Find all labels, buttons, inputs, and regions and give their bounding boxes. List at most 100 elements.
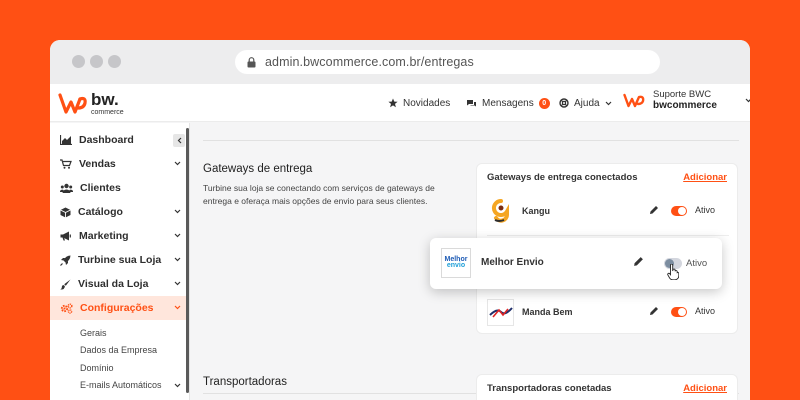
sidebar-item-label: Clientes bbox=[80, 182, 121, 194]
sidebar-item-label: Catálogo bbox=[78, 206, 123, 218]
chevron-down-icon bbox=[605, 101, 612, 105]
sidebar-item-label: Vendas bbox=[79, 158, 116, 170]
chevron-down-icon bbox=[174, 233, 181, 238]
kangu-logo-icon bbox=[491, 199, 509, 223]
window-minimize-dot[interactable] bbox=[90, 55, 103, 68]
sidebar-subitem-dados-da-empresa[interactable]: Dados da Empresa bbox=[50, 342, 189, 360]
gateway-status-label: Ativo bbox=[686, 258, 708, 269]
sidebar-scrollbar[interactable] bbox=[186, 128, 189, 393]
address-bar[interactable]: admin.bwcommerce.com.br/entregas bbox=[235, 50, 660, 74]
messages-link[interactable]: Mensagens 0 bbox=[466, 84, 550, 122]
melhor-envio-logo-text: envio bbox=[446, 262, 466, 269]
users-icon bbox=[60, 183, 73, 193]
star-icon bbox=[388, 98, 398, 108]
gateway-status-label: Ativo bbox=[694, 306, 715, 316]
browser-chrome: admin.bwcommerce.com.br/entregas bbox=[50, 40, 750, 84]
chevron-down-icon bbox=[174, 281, 181, 286]
pencil-icon[interactable] bbox=[633, 256, 644, 267]
chevron-down-icon bbox=[174, 305, 181, 310]
manda-bem-logo-icon bbox=[488, 307, 513, 318]
collapse-sidebar-button[interactable] bbox=[173, 134, 185, 147]
browser-window: admin.bwcommerce.com.br/entregas bw. com… bbox=[50, 40, 750, 400]
carriers-section-title: Transportadoras bbox=[203, 376, 287, 388]
gateway-status-label: Ativo bbox=[694, 205, 715, 215]
gears-icon bbox=[60, 302, 73, 314]
lock-icon bbox=[247, 56, 256, 67]
lifebuoy-icon bbox=[559, 98, 569, 108]
section-divider bbox=[203, 140, 739, 141]
chevron-down-icon bbox=[745, 98, 750, 103]
row-separator bbox=[487, 235, 729, 236]
messages-count-badge: 0 bbox=[538, 97, 550, 109]
pencil-icon[interactable] bbox=[649, 205, 659, 215]
sidebar-item-label: Turbine sua Loja bbox=[78, 254, 162, 266]
help-menu[interactable]: Ajuda bbox=[559, 84, 612, 122]
gateway-active-toggle[interactable] bbox=[671, 307, 687, 317]
manda-bem-logo bbox=[487, 298, 514, 326]
kangu-logo bbox=[487, 198, 514, 225]
box-icon bbox=[60, 207, 71, 217]
melhor-envio-logo: Melhor envio bbox=[441, 248, 471, 278]
brand-name: bw. bbox=[91, 90, 119, 109]
messages-label: Mensagens bbox=[482, 97, 534, 109]
sidebar-item-dashboard[interactable]: Dashboard bbox=[50, 128, 189, 152]
sidebar-item-label: Configurações bbox=[80, 302, 154, 314]
sidebar-item-marketing[interactable]: Marketing bbox=[50, 224, 189, 248]
connected-gateways-title: Gateways de entrega conectados bbox=[487, 172, 638, 183]
add-gateway-link[interactable]: Adicionar bbox=[683, 172, 727, 183]
gateway-row-manda-bem: Manda Bem Ativo bbox=[487, 297, 729, 327]
chevron-down-icon bbox=[174, 209, 181, 214]
gateway-active-toggle[interactable] bbox=[671, 206, 687, 216]
brand-tagline: commerce bbox=[91, 109, 124, 116]
bw-logo-icon bbox=[58, 92, 87, 114]
hand-pointer-cursor-icon bbox=[667, 264, 679, 280]
chevron-left-icon bbox=[177, 137, 181, 144]
sidebar-item-visual-da-loja[interactable]: Visual da Loja bbox=[50, 272, 189, 296]
add-carrier-link[interactable]: Adicionar bbox=[683, 383, 727, 394]
news-link[interactable]: Novidades bbox=[388, 84, 450, 122]
rocket-icon bbox=[60, 255, 71, 266]
sidebar-subitem-label: Dados da Empresa bbox=[80, 345, 158, 356]
support-label: Suporte BWC bbox=[653, 89, 712, 100]
gateway-name: Manda Bem bbox=[522, 307, 573, 317]
support-account-menu[interactable]: Suporte BWC bwcommerce bbox=[623, 89, 750, 112]
sidebar-subitem-gerais[interactable]: Gerais bbox=[50, 324, 189, 342]
sidebar-subitem-label: Domínio bbox=[80, 362, 114, 373]
support-user: bwcommerce bbox=[653, 100, 717, 112]
sidebar-item-catalogo[interactable]: Catálogo bbox=[50, 200, 189, 224]
chevron-down-icon bbox=[174, 161, 181, 166]
window-close-dot[interactable] bbox=[72, 55, 85, 68]
sidebar-item-configuracoes[interactable]: Configurações bbox=[50, 296, 189, 320]
sidebar-subitem-emails-automaticos[interactable]: E-mails Automáticos bbox=[50, 377, 189, 395]
bw-logo-small-icon bbox=[623, 93, 645, 107]
gateways-section-description: Turbine sua loja se conectando com servi… bbox=[203, 183, 435, 207]
chevron-down-icon bbox=[174, 257, 181, 262]
brush-icon bbox=[60, 279, 71, 290]
cart-icon bbox=[60, 159, 72, 169]
sidebar-item-turbine-sua-loja[interactable]: Turbine sua Loja bbox=[50, 248, 189, 272]
chevron-down-icon bbox=[174, 383, 181, 387]
sidebar-item-label: Dashboard bbox=[79, 134, 134, 146]
help-label: Ajuda bbox=[574, 97, 600, 109]
megaphone-icon bbox=[60, 231, 71, 241]
sidebar-item-clientes[interactable]: Clientes bbox=[50, 176, 189, 200]
gateways-section-title: Gateways de entrega bbox=[203, 163, 313, 175]
window-maximize-dot[interactable] bbox=[108, 55, 121, 68]
gateway-name: Kangu bbox=[522, 206, 550, 216]
sidebar: Dashboard Vendas Clientes Catálogo Marke… bbox=[50, 123, 190, 400]
sidebar-item-label: Marketing bbox=[79, 230, 129, 242]
chart-area-icon bbox=[60, 135, 72, 145]
url-text: admin.bwcommerce.com.br/entregas bbox=[265, 55, 474, 69]
sidebar-subitem-dominio[interactable]: Domínio bbox=[50, 359, 189, 377]
sidebar-subitem-label: Gerais bbox=[80, 327, 107, 338]
gateway-row-kangu: Kangu Ativo bbox=[487, 196, 729, 226]
gateway-name: Melhor Envio bbox=[481, 257, 544, 268]
connected-carriers-title: Transportadoras conetadas bbox=[487, 383, 612, 394]
sidebar-item-label: Visual da Loja bbox=[78, 278, 149, 290]
app-header: bw. commerce Novidades Mensagens 0 Ajuda… bbox=[50, 84, 750, 122]
connected-carriers-card: Transportadoras conetadas Adicionar bbox=[476, 374, 738, 400]
gateway-row-melhor-envio: Melhor envio Melhor Envio Ativo bbox=[430, 238, 722, 289]
brand-logo[interactable]: bw. commerce bbox=[58, 91, 124, 116]
pencil-icon[interactable] bbox=[649, 306, 659, 316]
sidebar-item-vendas[interactable]: Vendas bbox=[50, 152, 189, 176]
